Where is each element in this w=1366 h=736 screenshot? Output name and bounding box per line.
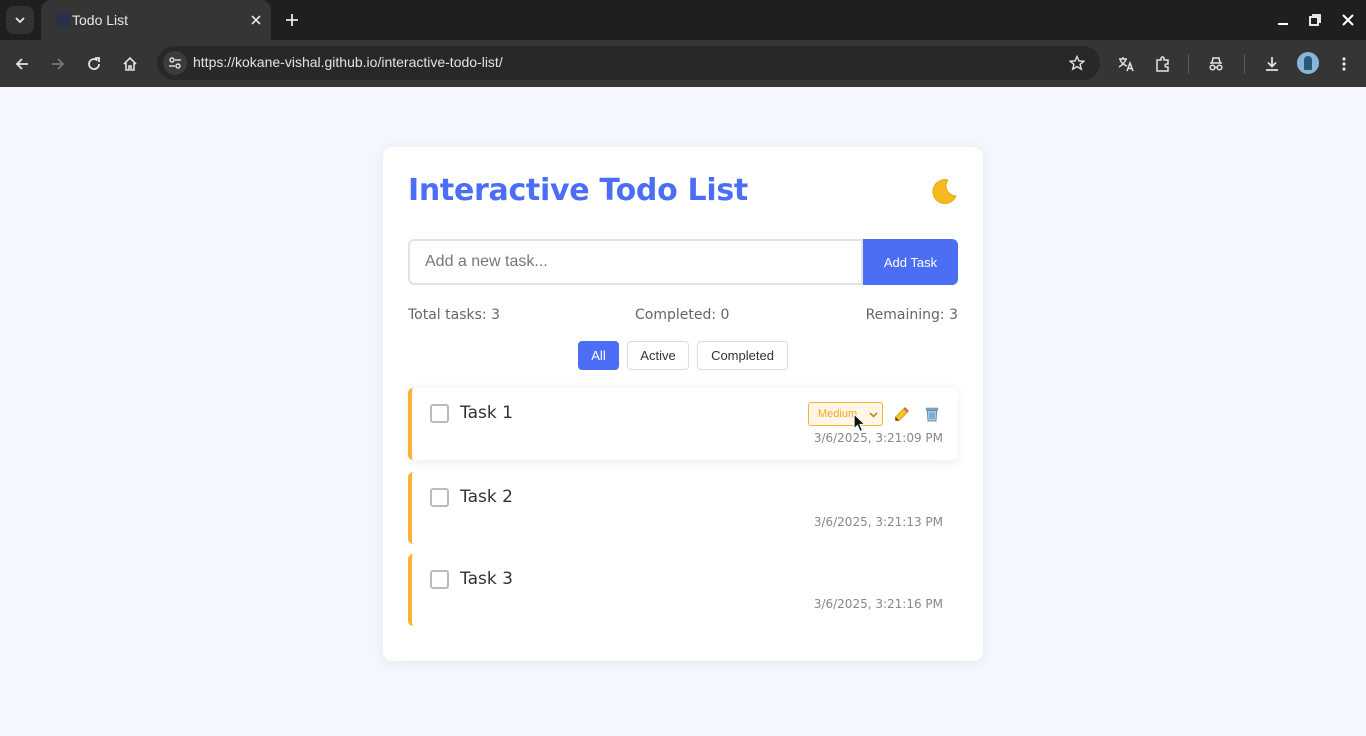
star-icon: [1069, 55, 1085, 71]
reload-button[interactable]: [82, 52, 106, 76]
address-bar[interactable]: https://kokane-vishal.github.io/interact…: [157, 46, 1100, 80]
browser-menu-button[interactable]: [1332, 52, 1356, 76]
total-tasks-stat: Total tasks: 3: [408, 307, 500, 323]
priority-value: Medium: [818, 408, 858, 420]
tune-icon: [169, 57, 181, 69]
filter-completed-button[interactable]: Completed: [697, 341, 788, 370]
tab-title: Todo List: [72, 12, 129, 28]
site-info-button[interactable]: [163, 51, 187, 75]
puzzle-icon: [1156, 56, 1169, 72]
close-icon: [251, 15, 261, 25]
bookmark-button[interactable]: [1065, 51, 1089, 75]
translate-extension-button[interactable]: [1114, 52, 1138, 76]
minimize-button[interactable]: [1273, 10, 1293, 30]
remaining-tasks-stat: Remaining: 3: [865, 307, 958, 323]
browser-tab[interactable]: Todo List: [41, 0, 271, 40]
task-timestamp: 3/6/2025, 3:21:16 PM: [813, 597, 943, 611]
mouse-cursor-icon: [853, 413, 867, 433]
extensions-button[interactable]: [1151, 52, 1175, 76]
task-timestamp: 3/6/2025, 3:21:13 PM: [813, 515, 943, 529]
chevron-down-icon: [15, 17, 25, 24]
close-window-button[interactable]: [1338, 10, 1358, 30]
delete-task-button[interactable]: [920, 402, 944, 426]
tab-search-button[interactable]: [6, 6, 34, 34]
tab-close-button[interactable]: [247, 11, 265, 29]
minimize-icon: [1278, 23, 1288, 25]
task-text: Task 3: [460, 569, 513, 589]
task-text: Task 2: [460, 487, 513, 507]
close-icon: [1342, 14, 1354, 26]
moon-icon: [932, 179, 957, 204]
browser-toolbar: https://kokane-vishal.github.io/interact…: [0, 40, 1366, 87]
plus-icon: [286, 14, 298, 26]
task-checkbox[interactable]: [430, 488, 449, 507]
task-text: Task 1: [460, 403, 513, 423]
back-button[interactable]: [10, 52, 34, 76]
task-checkbox[interactable]: [430, 404, 449, 423]
profile-avatar[interactable]: [1297, 52, 1319, 74]
completed-tasks-stat: Completed: 0: [635, 307, 730, 323]
maximize-button[interactable]: [1305, 10, 1325, 30]
arrow-right-icon: [52, 58, 65, 70]
translate-icon: [1118, 57, 1134, 72]
more-vertical-icon: [1342, 57, 1346, 71]
page-title: Interactive Todo List: [408, 173, 748, 208]
priority-select[interactable]: Medium: [808, 402, 883, 426]
incognito-button[interactable]: [1204, 52, 1228, 76]
theme-toggle-button[interactable]: [927, 175, 961, 209]
browser-tab-bar: Todo List: [0, 0, 1366, 40]
toolbar-divider: [1244, 54, 1245, 74]
task-checkbox[interactable]: [430, 570, 449, 589]
new-tab-button[interactable]: [282, 10, 302, 30]
filter-all-button[interactable]: All: [578, 341, 619, 370]
todo-card: Interactive Todo List Add Task Total tas…: [383, 147, 983, 661]
home-button[interactable]: [118, 52, 142, 76]
reload-icon: [88, 57, 100, 70]
trash-icon: [925, 407, 939, 422]
new-task-input[interactable]: [408, 239, 863, 285]
task-timestamp: 3/6/2025, 3:21:09 PM: [813, 431, 943, 445]
arrow-left-icon: [15, 58, 28, 70]
favicon-icon: [56, 13, 70, 27]
chevron-down-icon: [869, 412, 878, 418]
task-item[interactable]: Task 2 3/6/2025, 3:21:13 PM: [408, 472, 958, 544]
task-item[interactable]: Task 3 3/6/2025, 3:21:16 PM: [408, 554, 958, 626]
edit-task-button[interactable]: [890, 402, 914, 426]
forward-button[interactable]: [46, 52, 70, 76]
toolbar-divider: [1188, 54, 1189, 74]
task-item[interactable]: Task 1 Medium 3/6/2025, 3:21:09 PM: [408, 388, 958, 460]
url-text[interactable]: https://kokane-vishal.github.io/interact…: [193, 54, 503, 70]
incognito-icon: [1209, 57, 1223, 71]
download-icon: [1266, 57, 1278, 71]
pencil-icon: [895, 406, 910, 421]
downloads-button[interactable]: [1260, 52, 1284, 76]
home-icon: [123, 56, 137, 71]
add-task-button[interactable]: Add Task: [863, 239, 958, 285]
filter-active-button[interactable]: Active: [627, 341, 689, 370]
restore-icon: [1309, 14, 1321, 26]
